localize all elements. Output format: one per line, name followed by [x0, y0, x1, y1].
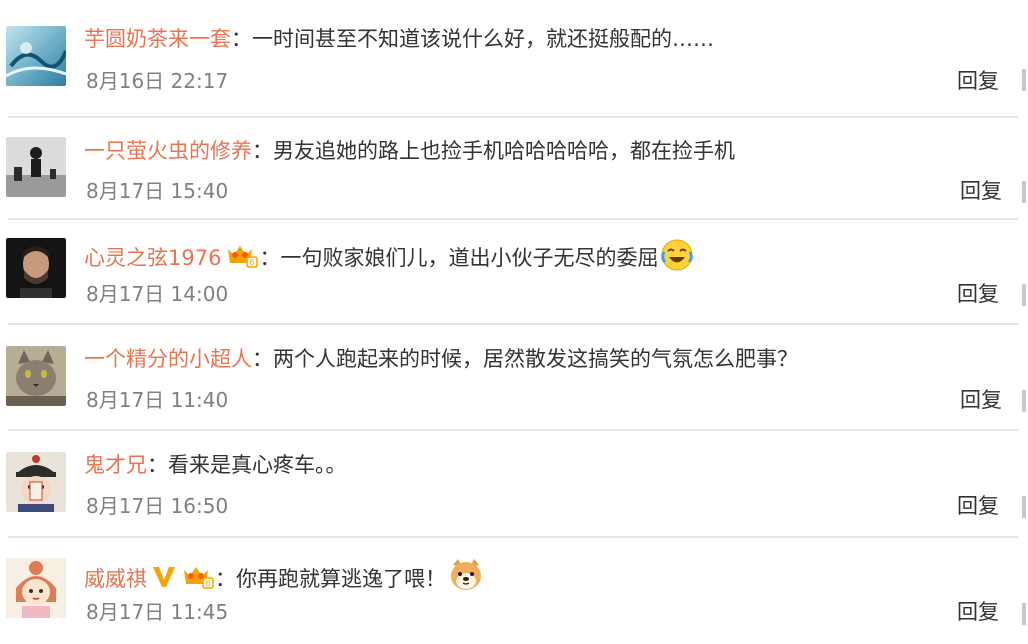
- comment-time: 8月16日 22:17: [86, 69, 229, 93]
- comment-text: 看来是真心疼车。。: [168, 453, 347, 477]
- username-link[interactable]: 威威祺: [84, 567, 147, 591]
- comment-line: 心灵之弦1976 6 ：一句败家娘们儿，道出小伙子无尽的委屈: [84, 238, 694, 279]
- comment-time: 8月17日 14:00: [86, 282, 229, 306]
- username-link[interactable]: 鬼才兄: [84, 453, 147, 477]
- separator: ：: [215, 567, 236, 591]
- comment-text: 两个人跑起来的时候，居然散发这搞笑的气氛怎么肥事？: [273, 347, 798, 371]
- separator: ：: [252, 347, 273, 371]
- comment-text: 一时间甚至不知道该说什么好，就还挺般配的……: [252, 27, 714, 51]
- comment-list: 芋圆奶茶来一套：一时间甚至不知道该说什么好，就还挺般配的…… 8月16日 22:…: [0, 0, 1028, 644]
- username-link[interactable]: 芋圆奶茶来一套: [84, 27, 231, 51]
- laugh-cry-emoji: [660, 238, 694, 279]
- scroll-marker: [1022, 181, 1026, 203]
- comment-time: 8月17日 11:45: [86, 600, 229, 624]
- cat-avatar[interactable]: [6, 346, 66, 406]
- separator: ：: [147, 453, 168, 477]
- vip-crown-icon: 6: [181, 564, 215, 597]
- qing-official-cartoon-avatar[interactable]: [6, 452, 66, 512]
- comment-line: 鬼才兄：看来是真心疼车。。: [84, 451, 347, 479]
- svg-text:6: 6: [205, 579, 210, 588]
- separator: ：: [259, 246, 281, 270]
- separator: ：: [231, 27, 252, 51]
- comment-line: 一个精分的小超人：两个人跑起来的时候，居然散发这搞笑的气氛怎么肥事？: [84, 345, 798, 373]
- scroll-marker: [1022, 496, 1026, 518]
- username-link[interactable]: 一只萤火虫的修养: [84, 139, 252, 163]
- reply-button[interactable]: 回复: [957, 600, 999, 624]
- scroll-marker: [1022, 603, 1026, 625]
- reply-button[interactable]: 回复: [957, 69, 999, 93]
- vip-crown-icon: 6: [225, 243, 259, 276]
- blue-ink-painting-avatar[interactable]: [6, 26, 66, 86]
- comment-line: 芋圆奶茶来一套：一时间甚至不知道该说什么好，就还挺般配的……: [84, 25, 714, 53]
- comment-text: 你再跑就算逃逸了喂！: [236, 567, 446, 591]
- reply-button[interactable]: 回复: [960, 179, 1002, 203]
- divider: [8, 429, 1018, 431]
- reply-button[interactable]: 回复: [957, 494, 999, 518]
- divider: [8, 218, 1018, 220]
- scroll-marker: [1022, 390, 1026, 412]
- comment-line: 威威祺 6 ：你再跑就算逃逸了喂！: [84, 557, 484, 600]
- cartoon-girl-avatar[interactable]: [6, 558, 66, 618]
- divider: [8, 116, 1018, 118]
- username-link[interactable]: 心灵之弦1976: [84, 246, 221, 270]
- svg-text:6: 6: [250, 258, 255, 267]
- separator: ：: [252, 139, 273, 163]
- bw-silhouette-avatar[interactable]: [6, 137, 66, 197]
- shiba-dog-emoji: [448, 557, 484, 600]
- comment-time: 8月17日 15:40: [86, 179, 229, 203]
- reply-button[interactable]: 回复: [960, 388, 1002, 412]
- verified-v-icon: [151, 564, 177, 597]
- divider: [8, 323, 1018, 325]
- comment-text: 一句败家娘们儿，道出小伙子无尽的委屈: [280, 246, 659, 270]
- comment-line: 一只萤火虫的修养：男友追她的路上也捡手机哈哈哈哈哈，都在捡手机: [84, 137, 735, 165]
- scroll-marker: [1022, 284, 1026, 306]
- divider: [8, 536, 1018, 538]
- comment-time: 8月17日 11:40: [86, 388, 229, 412]
- scroll-marker: [1022, 69, 1026, 91]
- bearded-man-avatar[interactable]: [6, 238, 66, 298]
- reply-button[interactable]: 回复: [957, 282, 999, 306]
- username-link[interactable]: 一个精分的小超人: [84, 347, 252, 371]
- comment-time: 8月17日 16:50: [86, 494, 229, 518]
- comment-text: 男友追她的路上也捡手机哈哈哈哈哈，都在捡手机: [273, 139, 735, 163]
